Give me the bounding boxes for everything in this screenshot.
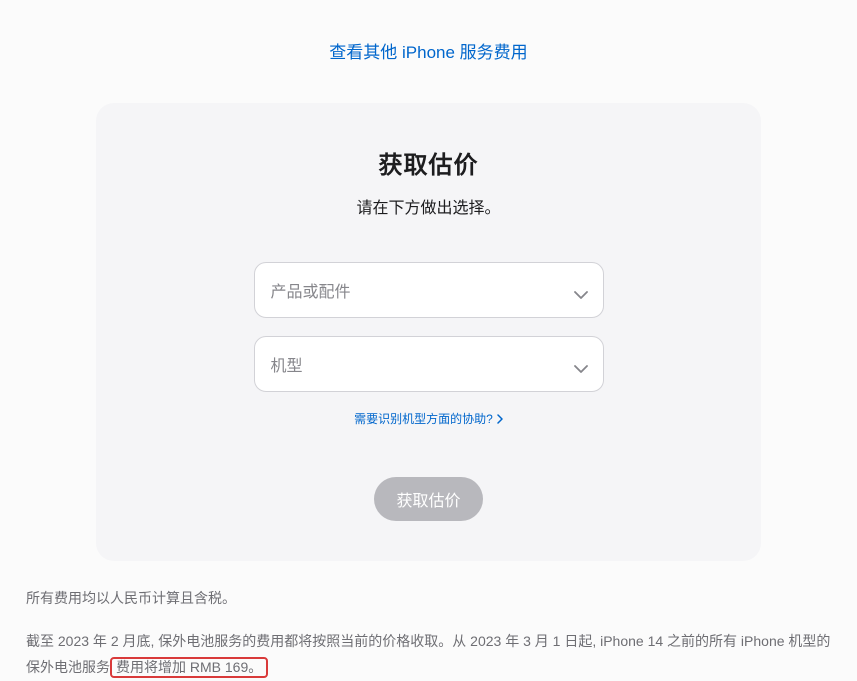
product-select-wrapper: 产品或配件 xyxy=(254,262,604,318)
help-link-text: 需要识别机型方面的协助? xyxy=(354,410,493,427)
card-title: 获取估价 xyxy=(146,145,711,180)
identify-model-help-link[interactable]: 需要识别机型方面的协助? xyxy=(354,410,503,427)
model-select-wrapper: 机型 xyxy=(254,336,604,392)
price-increase-highlight: 费用将增加 RMB 169。 xyxy=(110,657,268,678)
get-estimate-button[interactable]: 获取估价 xyxy=(374,477,482,521)
footer-price-notice: 截至 2023 年 2 月底, 保外电池服务的费用都将按照当前的价格收取。从 2… xyxy=(26,628,831,681)
footer-text: 所有费用均以人民币计算且含税。 截至 2023 年 2 月底, 保外电池服务的费… xyxy=(16,585,841,681)
footer-tax-note: 所有费用均以人民币计算且含税。 xyxy=(26,585,831,612)
estimate-card: 获取估价 请在下方做出选择。 产品或配件 机型 需要识别机型方面的协助? 获取估… xyxy=(96,103,761,561)
product-select[interactable]: 产品或配件 xyxy=(254,262,604,318)
model-select[interactable]: 机型 xyxy=(254,336,604,392)
chevron-right-icon xyxy=(497,412,503,426)
other-services-link[interactable]: 查看其他 iPhone 服务费用 xyxy=(0,38,857,63)
card-subtitle: 请在下方做出选择。 xyxy=(146,194,711,218)
